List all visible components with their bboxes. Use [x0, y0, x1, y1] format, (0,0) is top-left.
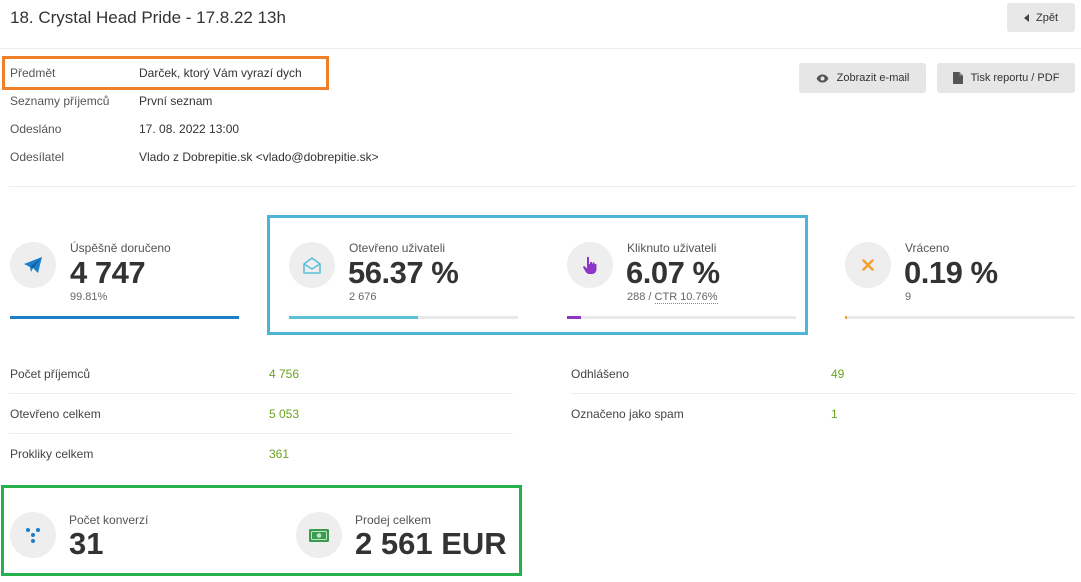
meta-label: Seznamy příjemců	[10, 94, 110, 108]
sales-label: Prodej celkem	[355, 513, 432, 527]
meta-value: 17. 08. 2022 13:00	[139, 122, 240, 136]
divider	[571, 393, 1075, 394]
sales-icon-circle	[296, 512, 342, 558]
x-icon	[862, 259, 874, 271]
back-button-label: Zpět	[1035, 11, 1058, 24]
bounced-sub: 9	[905, 291, 912, 303]
view-email-label: Zobrazit e-mail	[836, 72, 910, 84]
funnel-dots-icon	[26, 528, 40, 543]
clicks-total-value: 361	[269, 447, 290, 461]
eye-icon	[816, 74, 829, 82]
meta-label: Odesláno	[10, 122, 62, 136]
spam-value: 1	[831, 407, 838, 421]
meta-value: Vlado z Dobrepitie.sk <vlado@dobrepitie.…	[139, 150, 379, 164]
back-button[interactable]: Zpět	[1007, 3, 1075, 32]
sales-value: 2 561 EUR	[355, 526, 507, 561]
divider	[0, 48, 1081, 49]
meta-value: První seznam	[139, 94, 213, 108]
clicks-total-label: Prokliky celkem	[10, 447, 94, 461]
recipients-count-value: 4 756	[269, 367, 300, 381]
bounced-icon-circle	[845, 242, 891, 288]
delivered-icon-circle	[10, 242, 56, 288]
banknote-icon	[309, 528, 329, 542]
view-email-button[interactable]: Zobrazit e-mail	[799, 63, 926, 93]
page-title: 18. Crystal Head Pride - 17.8.22 13h	[10, 8, 286, 27]
bounced-progress-fill	[845, 316, 847, 319]
delivered-progress-fill	[10, 316, 239, 319]
engagement-highlight	[267, 215, 808, 335]
delivered-progress-bar	[10, 316, 239, 319]
conversions-icon-circle	[10, 512, 56, 558]
print-report-label: Tisk reportu / PDF	[970, 72, 1060, 84]
caret-left-icon	[1023, 13, 1029, 22]
meta-label: Odesílatel	[10, 150, 65, 164]
divider	[9, 393, 513, 394]
print-report-button[interactable]: Tisk reportu / PDF	[937, 63, 1075, 93]
delivered-value: 4 747	[70, 255, 146, 290]
divider	[9, 186, 1075, 187]
conversions-label: Počet konverzí	[69, 513, 149, 527]
conversions-value: 31	[69, 526, 104, 561]
delivered-label: Úspěšně doručeno	[70, 241, 171, 255]
recipients-count-label: Počet příjemců	[10, 367, 91, 381]
unsubscribed-value: 49	[831, 367, 845, 381]
divider	[9, 433, 513, 434]
spam-label: Označeno jako spam	[571, 407, 684, 421]
opened-total-label: Otevřeno celkem	[10, 407, 101, 421]
bounced-label: Vráceno	[905, 241, 950, 255]
paper-plane-icon	[24, 257, 42, 273]
opened-total-value: 5 053	[269, 407, 300, 421]
bounced-value: 0.19 %	[904, 255, 998, 290]
subject-highlight	[2, 56, 329, 90]
delivered-sub: 99.81%	[70, 291, 108, 303]
bounced-progress-bar	[845, 316, 1075, 319]
file-icon	[952, 72, 963, 84]
unsubscribed-label: Odhlášeno	[571, 367, 630, 381]
